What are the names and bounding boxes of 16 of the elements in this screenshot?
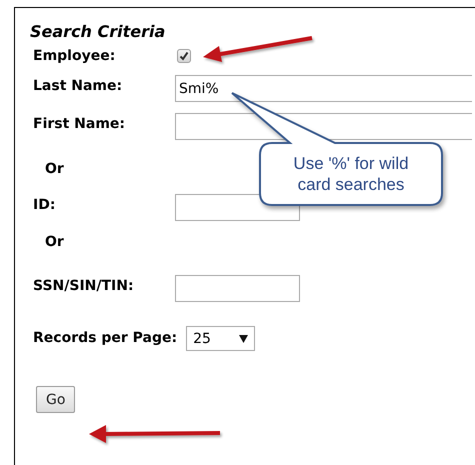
field-label: SSN/SIN/TIN: [32,277,135,294]
dropdown[interactable]: 25 [186,326,256,351]
go-button[interactable]: Go [36,386,76,413]
section-title: Search Criteria [30,22,166,41]
input-field[interactable] [175,275,300,302]
checkbox[interactable] [177,49,191,63]
callout-text: Use '%' for wild card searches [292,153,410,195]
field-label: ID: [32,196,56,213]
field-label: First Name: [32,115,126,132]
field-label: Records per Page: [32,329,178,346]
or-label: Or [44,160,65,177]
input-field[interactable]: Smi% [175,75,472,102]
caret-icon [239,334,248,342]
field-label: Employee: [32,47,116,64]
field-label: Last Name: [32,77,124,94]
or-label: Or [44,233,65,250]
